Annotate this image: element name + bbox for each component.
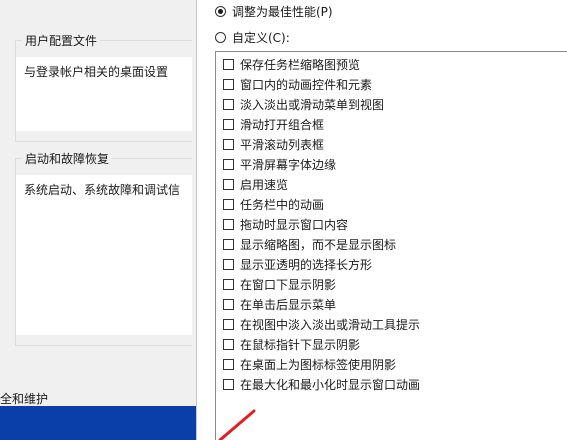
user-profiles-group: 用户配置文件 与登录帐户相关的桌面设置 bbox=[15, 32, 192, 142]
option-label: 窗口内的动画控件和元素 bbox=[240, 77, 373, 92]
option-label: 在桌面上为图标标签使用阴影 bbox=[240, 357, 397, 372]
checkbox-icon[interactable] bbox=[223, 318, 234, 330]
security-maintenance-link[interactable]: 全和维护 bbox=[0, 390, 48, 407]
option-row[interactable]: 启用速览 bbox=[223, 176, 288, 192]
effects-list: 保存任务栏缩略图预览 窗口内的动画控件和元素 淡入淡出或滑动菜单到视图 滑动打开… bbox=[215, 51, 567, 440]
user-profiles-desc: 与登录帐户相关的桌面设置 bbox=[24, 65, 169, 79]
radio-icon-unchecked[interactable] bbox=[215, 32, 226, 43]
checkbox-icon[interactable] bbox=[223, 58, 234, 70]
radio-best-performance-label: 调整为最佳性能(P) bbox=[232, 5, 333, 19]
checkbox-icon[interactable] bbox=[223, 258, 234, 270]
system-properties-window: 用户配置文件 与登录帐户相关的桌面设置 启动和故障恢复 系统启动、系统故障和调试… bbox=[0, 0, 196, 407]
option-label: 任务栏中的动画 bbox=[240, 197, 325, 212]
option-label: 平滑屏幕字体边缘 bbox=[240, 157, 337, 172]
checkbox-icon[interactable] bbox=[223, 238, 234, 250]
option-row[interactable]: 保存任务栏缩略图预览 bbox=[223, 56, 360, 72]
option-row[interactable]: 在窗口下显示阴影 bbox=[223, 276, 336, 292]
option-label: 在最大化和最小化时显示窗口动画 bbox=[240, 377, 421, 392]
radio-custom[interactable]: 自定义(C): bbox=[215, 29, 290, 46]
startup-recovery-body: 系统启动、系统故障和调试信 bbox=[16, 175, 192, 335]
option-label: 启用速览 bbox=[240, 177, 289, 192]
option-label: 在鼠标指针下显示阴影 bbox=[240, 337, 361, 352]
taskbar bbox=[0, 406, 196, 440]
option-row[interactable]: 在单击后显示菜单 bbox=[223, 296, 336, 312]
option-row[interactable]: 淡入淡出或滑动菜单到视图 bbox=[223, 96, 384, 112]
option-label: 显示亚透明的选择长方形 bbox=[240, 257, 373, 272]
performance-options-dialog: 调整为最佳性能(P) 自定义(C): 保存任务栏缩略图预览 窗口内的动画控件和元… bbox=[196, 0, 567, 440]
red-arrow-icon bbox=[218, 409, 256, 440]
checkbox-icon[interactable] bbox=[223, 338, 234, 350]
startup-recovery-title: 启动和故障恢复 bbox=[22, 150, 113, 167]
option-label: 保存任务栏缩略图预览 bbox=[240, 57, 361, 72]
checkbox-icon[interactable] bbox=[223, 78, 234, 90]
option-row[interactable]: 显示缩略图，而不是显示图标 bbox=[223, 236, 396, 252]
checkbox-icon[interactable] bbox=[223, 118, 234, 130]
checkbox-icon[interactable] bbox=[223, 218, 234, 230]
radio-icon-checked[interactable] bbox=[215, 6, 226, 17]
checkbox-icon[interactable] bbox=[223, 378, 234, 390]
startup-recovery-desc: 系统启动、系统故障和调试信 bbox=[24, 183, 181, 197]
option-row[interactable]: 任务栏中的动画 bbox=[223, 196, 324, 212]
option-row[interactable]: 滑动打开组合框 bbox=[223, 116, 324, 132]
option-label: 在窗口下显示阴影 bbox=[240, 277, 337, 292]
startup-recovery-group: 启动和故障恢复 系统启动、系统故障和调试信 bbox=[15, 150, 192, 346]
option-label: 淡入淡出或滑动菜单到视图 bbox=[240, 97, 385, 112]
option-row[interactable]: 平滑屏幕字体边缘 bbox=[223, 156, 336, 172]
checkbox-icon[interactable] bbox=[223, 98, 234, 110]
option-label: 拖动时显示窗口内容 bbox=[240, 217, 349, 232]
checkbox-icon[interactable] bbox=[223, 198, 234, 210]
option-row[interactable]: 在鼠标指针下显示阴影 bbox=[223, 336, 360, 352]
option-label: 在视图中淡入淡出或滑动工具提示 bbox=[240, 317, 421, 332]
option-row[interactable]: 在桌面上为图标标签使用阴影 bbox=[223, 356, 396, 372]
user-profiles-title: 用户配置文件 bbox=[22, 32, 101, 49]
checkbox-icon[interactable] bbox=[223, 278, 234, 290]
radio-best-performance[interactable]: 调整为最佳性能(P) bbox=[215, 3, 333, 20]
user-profiles-body: 与登录帐户相关的桌面设置 bbox=[16, 57, 192, 131]
checkbox-icon[interactable] bbox=[223, 298, 234, 310]
option-label: 平滑滚动列表框 bbox=[240, 137, 325, 152]
checkbox-icon[interactable] bbox=[223, 358, 234, 370]
option-row[interactable]: 显示亚透明的选择长方形 bbox=[223, 256, 372, 272]
option-row[interactable]: 在最大化和最小化时显示窗口动画 bbox=[223, 376, 420, 392]
option-label: 显示缩略图，而不是显示图标 bbox=[240, 237, 397, 252]
option-label: 滑动打开组合框 bbox=[240, 117, 325, 132]
radio-custom-label: 自定义(C): bbox=[232, 31, 290, 45]
option-label: 在单击后显示菜单 bbox=[240, 297, 337, 312]
option-row[interactable]: 拖动时显示窗口内容 bbox=[223, 216, 348, 232]
checkbox-icon[interactable] bbox=[223, 158, 234, 170]
option-row[interactable]: 在视图中淡入淡出或滑动工具提示 bbox=[223, 316, 420, 332]
checkbox-icon[interactable] bbox=[223, 138, 234, 150]
option-row[interactable]: 窗口内的动画控件和元素 bbox=[223, 76, 372, 92]
checkbox-icon[interactable] bbox=[223, 178, 234, 190]
option-row[interactable]: 平滑滚动列表框 bbox=[223, 136, 324, 152]
